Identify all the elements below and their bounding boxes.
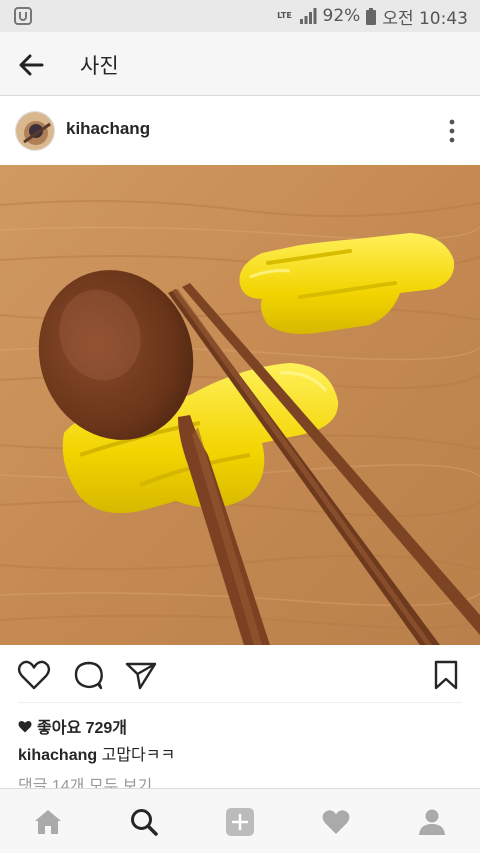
more-options-icon[interactable] — [444, 117, 460, 145]
battery-icon — [366, 7, 377, 25]
share-send-icon[interactable] — [124, 659, 158, 691]
divider — [18, 702, 462, 703]
heart-icon[interactable] — [321, 807, 351, 837]
profile-icon[interactable] — [417, 807, 447, 837]
bookmark-icon[interactable] — [429, 659, 463, 691]
bottom-nav — [0, 788, 480, 853]
comment-bubble-icon[interactable] — [72, 659, 106, 691]
likes-text: 좋아요 729개 — [37, 720, 128, 737]
likes-count[interactable]: 좋아요 729개 — [18, 714, 127, 738]
page-title: 사진 — [80, 54, 119, 78]
add-icon[interactable] — [225, 807, 255, 837]
caption-username[interactable]: kihachang — [18, 747, 97, 764]
status-bar: LTE 92% 오전 10:43 — [0, 0, 480, 32]
arrow-left-icon[interactable] — [16, 50, 48, 80]
caption-text: 고맙다ㅋㅋ — [101, 747, 176, 764]
network-type: LTE — [277, 11, 292, 20]
clock: 오전 10:43 — [382, 8, 468, 29]
app-notification-icon — [14, 7, 32, 25]
avatar[interactable] — [15, 111, 55, 151]
post-photo[interactable] — [0, 165, 480, 645]
post-username[interactable]: kihachang — [66, 119, 150, 139]
battery-percent: 92% — [322, 6, 361, 26]
post-header: kihachang — [0, 97, 480, 165]
post-actions — [0, 645, 480, 703]
search-icon[interactable] — [129, 807, 159, 837]
signal-icon — [299, 8, 317, 24]
app-bar: 사진 — [0, 32, 480, 96]
caption: kihachang 고맙다ㅋㅋ — [18, 741, 175, 765]
like-heart-icon[interactable] — [17, 659, 51, 691]
home-icon[interactable] — [33, 807, 63, 837]
small-heart-icon — [18, 720, 32, 732]
